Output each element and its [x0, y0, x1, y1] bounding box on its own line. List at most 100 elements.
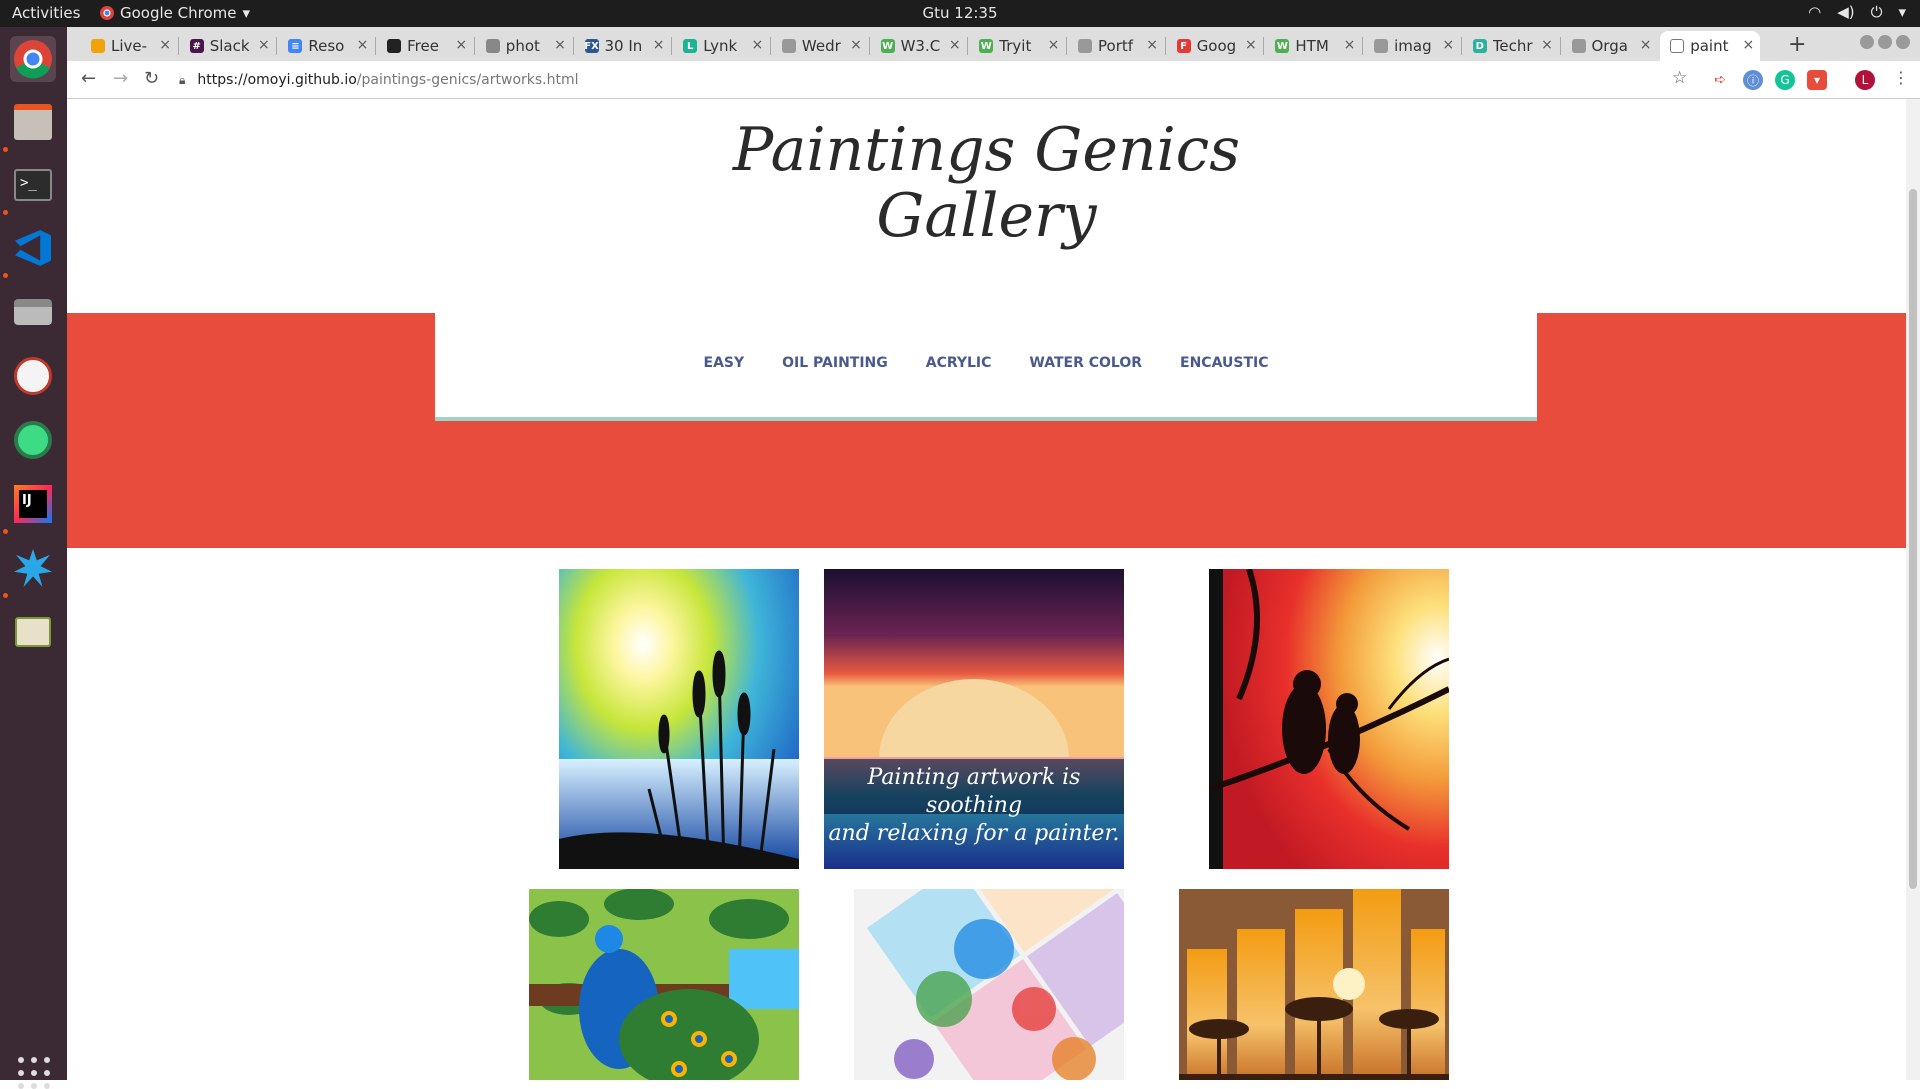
- tab-favicon-icon: [1374, 39, 1389, 53]
- tab-close-icon[interactable]: ×: [357, 37, 369, 53]
- more-menu-icon[interactable]: ⋮: [1893, 68, 1909, 87]
- tab-separator: [671, 37, 673, 55]
- extension-icon[interactable]: ⓘ: [1743, 70, 1763, 90]
- running-indicator: [3, 273, 8, 278]
- system-tray[interactable]: ◠ ◀) ⏻ ▾: [1808, 3, 1906, 21]
- page-scrollbar[interactable]: [1906, 99, 1920, 1080]
- tab-close-icon[interactable]: ×: [850, 37, 862, 53]
- tab-close-icon[interactable]: ×: [554, 37, 566, 53]
- tab-separator: [177, 37, 179, 55]
- activities-button[interactable]: Activities: [12, 4, 80, 22]
- artwork-savanna-panels[interactable]: [1179, 889, 1449, 1080]
- tab-close-icon[interactable]: ×: [1742, 37, 1754, 53]
- browser-tab[interactable]: W W3.C ×: [871, 31, 967, 61]
- browser-tab[interactable]: W HTM ×: [1265, 31, 1361, 61]
- close-window-button[interactable]: [1896, 35, 1910, 49]
- tab-title: Live-: [111, 37, 148, 55]
- artwork-sunset-lake[interactable]: [559, 569, 799, 869]
- new-tab-button[interactable]: +: [1788, 32, 1806, 57]
- nav-link-oil-painting[interactable]: OIL PAINTING: [782, 355, 888, 371]
- tab-favicon-icon: [1078, 39, 1092, 53]
- tab-close-icon[interactable]: ×: [258, 37, 270, 53]
- browser-tab[interactable]: FX 30 In ×: [575, 31, 671, 61]
- tab-title: Free: [407, 37, 439, 55]
- profile-avatar[interactable]: L: [1855, 70, 1875, 90]
- tab-close-icon[interactable]: ×: [1344, 37, 1356, 53]
- extension-icon[interactable]: ➪: [1710, 70, 1730, 90]
- tab-favicon-icon: L: [683, 39, 698, 53]
- tab-close-icon[interactable]: ×: [1442, 37, 1454, 53]
- browser-tab[interactable]: D Techr ×: [1463, 31, 1559, 61]
- tab-close-icon[interactable]: ×: [949, 37, 961, 53]
- tab-close-icon[interactable]: ×: [653, 37, 665, 53]
- app-menu[interactable]: Google Chrome ▾: [100, 4, 250, 22]
- tab-favicon-icon: [1670, 39, 1685, 53]
- tab-separator: [1559, 37, 1561, 55]
- scanner-icon: [14, 299, 52, 325]
- pocket-icon[interactable]: ▾: [1807, 70, 1827, 90]
- vscode-launcher[interactable]: [10, 225, 56, 271]
- browser-tab[interactable]: ≡ Reso ×: [278, 31, 374, 61]
- text-editor-launcher[interactable]: [10, 353, 56, 399]
- forward-arrow-icon[interactable]: →: [113, 68, 128, 89]
- nav-link-easy[interactable]: EASY: [704, 355, 745, 371]
- browser-tab[interactable]: Free ×: [377, 31, 473, 61]
- artwork-birds-branch[interactable]: [1209, 569, 1449, 869]
- tab-close-icon[interactable]: ×: [1640, 37, 1652, 53]
- tab-close-icon[interactable]: ×: [159, 37, 171, 53]
- clock[interactable]: Gtu 12:35: [922, 4, 997, 22]
- artwork-alcohol-ink[interactable]: [854, 889, 1124, 1080]
- browser-tab[interactable]: Orga ×: [1562, 31, 1658, 61]
- tab-favicon-icon: W: [1275, 39, 1290, 53]
- browser-tab[interactable]: # Slack ×: [180, 31, 276, 61]
- browser-window: + Live- × # Slack × ≡ Reso × Free × phot × FX 30 In × L…: [67, 27, 1920, 99]
- tab-close-icon[interactable]: ×: [1541, 37, 1553, 53]
- artwork-image: [1179, 889, 1449, 1080]
- image-viewer-launcher[interactable]: [10, 609, 56, 655]
- grammarly-icon[interactable]: G: [1775, 70, 1795, 90]
- running-indicator: [3, 210, 8, 215]
- browser-tab[interactable]: Wedr ×: [772, 31, 868, 61]
- tab-close-icon[interactable]: ×: [1245, 37, 1257, 53]
- nav-link-encaustic[interactable]: ENCAUSTIC: [1180, 355, 1268, 371]
- android-studio-icon: [14, 421, 52, 459]
- terminal-launcher[interactable]: >_: [10, 162, 56, 208]
- tab-title: W3.C: [900, 37, 941, 55]
- tab-close-icon[interactable]: ×: [1048, 37, 1060, 53]
- tab-title: Lynk: [703, 37, 738, 55]
- scanner-launcher[interactable]: [10, 289, 56, 335]
- show-applications-icon[interactable]: [18, 1057, 50, 1089]
- tab-close-icon[interactable]: ×: [1146, 37, 1158, 53]
- browser-tab[interactable]: W Tryit ×: [969, 31, 1065, 61]
- browser-tab[interactable]: F Goog ×: [1167, 31, 1263, 61]
- files-launcher[interactable]: [10, 99, 56, 145]
- tab-close-icon[interactable]: ×: [751, 37, 763, 53]
- scrollbar-thumb[interactable]: [1909, 189, 1917, 889]
- browser-tab[interactable]: phot ×: [476, 31, 572, 61]
- nav-link-acrylic[interactable]: ACRYLIC: [926, 355, 992, 371]
- artwork-image: [529, 889, 799, 1080]
- nav-link-water-color[interactable]: WATER COLOR: [1029, 355, 1142, 371]
- tab-title: Slack: [209, 37, 250, 55]
- artwork-image: [1209, 569, 1449, 869]
- reload-icon[interactable]: ↻: [144, 68, 159, 89]
- maximize-button[interactable]: [1878, 35, 1892, 49]
- tab-close-icon[interactable]: ×: [455, 37, 467, 53]
- browser-tab[interactable]: L Lynk ×: [673, 31, 769, 61]
- address-bar[interactable]: 🔒︎ https://omoyi.github.io/paintings-gen…: [179, 66, 1739, 94]
- browser-tab[interactable]: imag ×: [1364, 31, 1460, 61]
- back-arrow-icon[interactable]: ←: [81, 68, 96, 89]
- browser-tab[interactable]: Portf ×: [1068, 31, 1164, 61]
- bookmark-star-icon[interactable]: ☆: [1672, 68, 1687, 88]
- vscode-icon: [15, 230, 51, 266]
- tab-favicon-icon: F: [1176, 39, 1191, 53]
- artwork-peacock[interactable]: [529, 889, 799, 1080]
- browser-tab[interactable]: Live- ×: [81, 31, 177, 61]
- browser-tab[interactable]: paint ×: [1660, 31, 1761, 61]
- intellij-launcher[interactable]: IJ: [10, 481, 56, 527]
- chrome-launcher[interactable]: [10, 36, 56, 82]
- minimize-button[interactable]: [1860, 35, 1874, 49]
- artwork-sea-sunset[interactable]: Painting artwork is soothing and relaxin…: [824, 569, 1124, 869]
- android-studio-launcher[interactable]: [10, 417, 56, 463]
- paint-splash-launcher[interactable]: [10, 545, 56, 591]
